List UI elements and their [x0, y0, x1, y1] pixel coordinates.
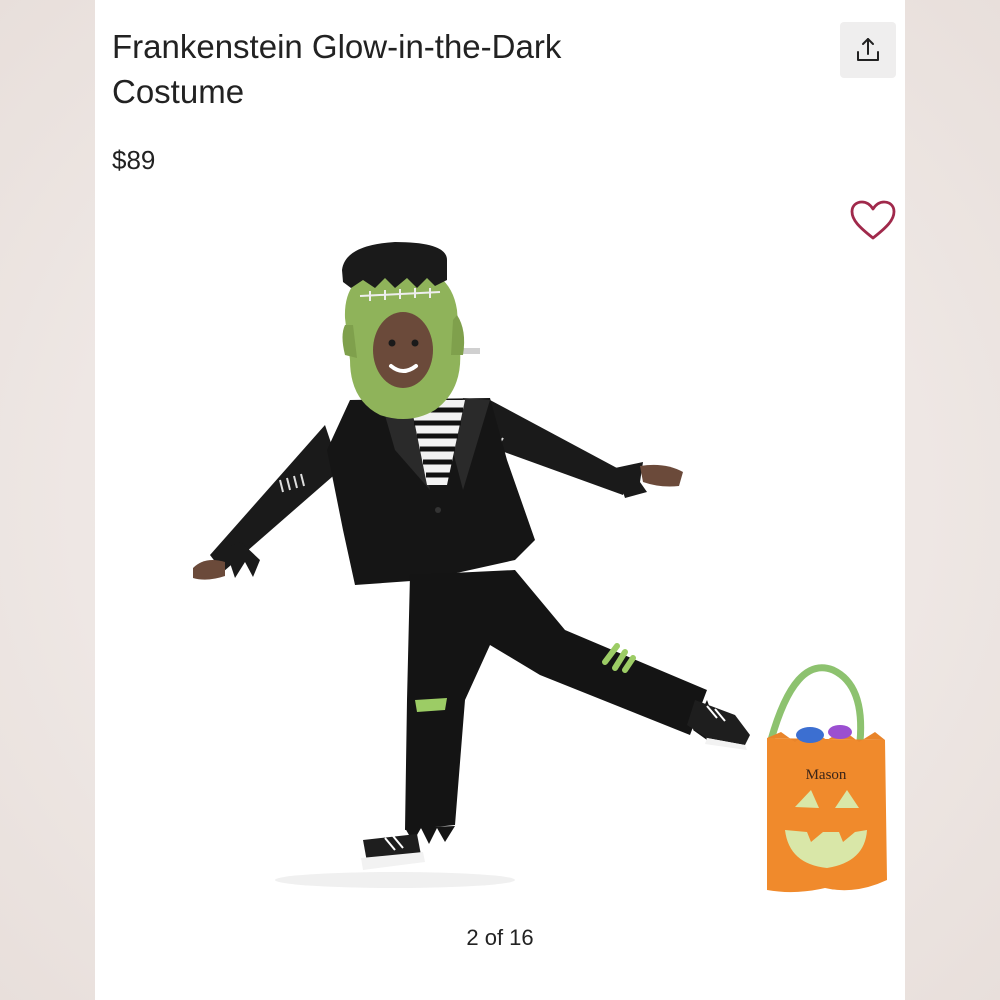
product-image[interactable]: Mason: [95, 230, 905, 920]
product-title-line-1: Frankenstein Glow-in-the-Dark: [112, 28, 562, 65]
floor-shadow: [275, 872, 515, 888]
gallery-indicator: 2 of 16: [466, 925, 534, 950]
frankenstein-hood: [342, 242, 465, 419]
product-price: $89: [112, 145, 156, 175]
share-button[interactable]: [840, 22, 896, 78]
bag-name-text: Mason: [806, 767, 847, 783]
product-title-line-2: Costume: [112, 73, 245, 110]
product-card: Frankenstein Glow-in-the-Dark Costume $8…: [95, 0, 905, 1000]
product-title: Frankenstein Glow-in-the-Dark Costume: [112, 24, 672, 114]
child-in-costume: [193, 242, 750, 870]
share-icon: [857, 38, 879, 61]
pumpkin-treat-bag: Mason: [767, 664, 887, 893]
